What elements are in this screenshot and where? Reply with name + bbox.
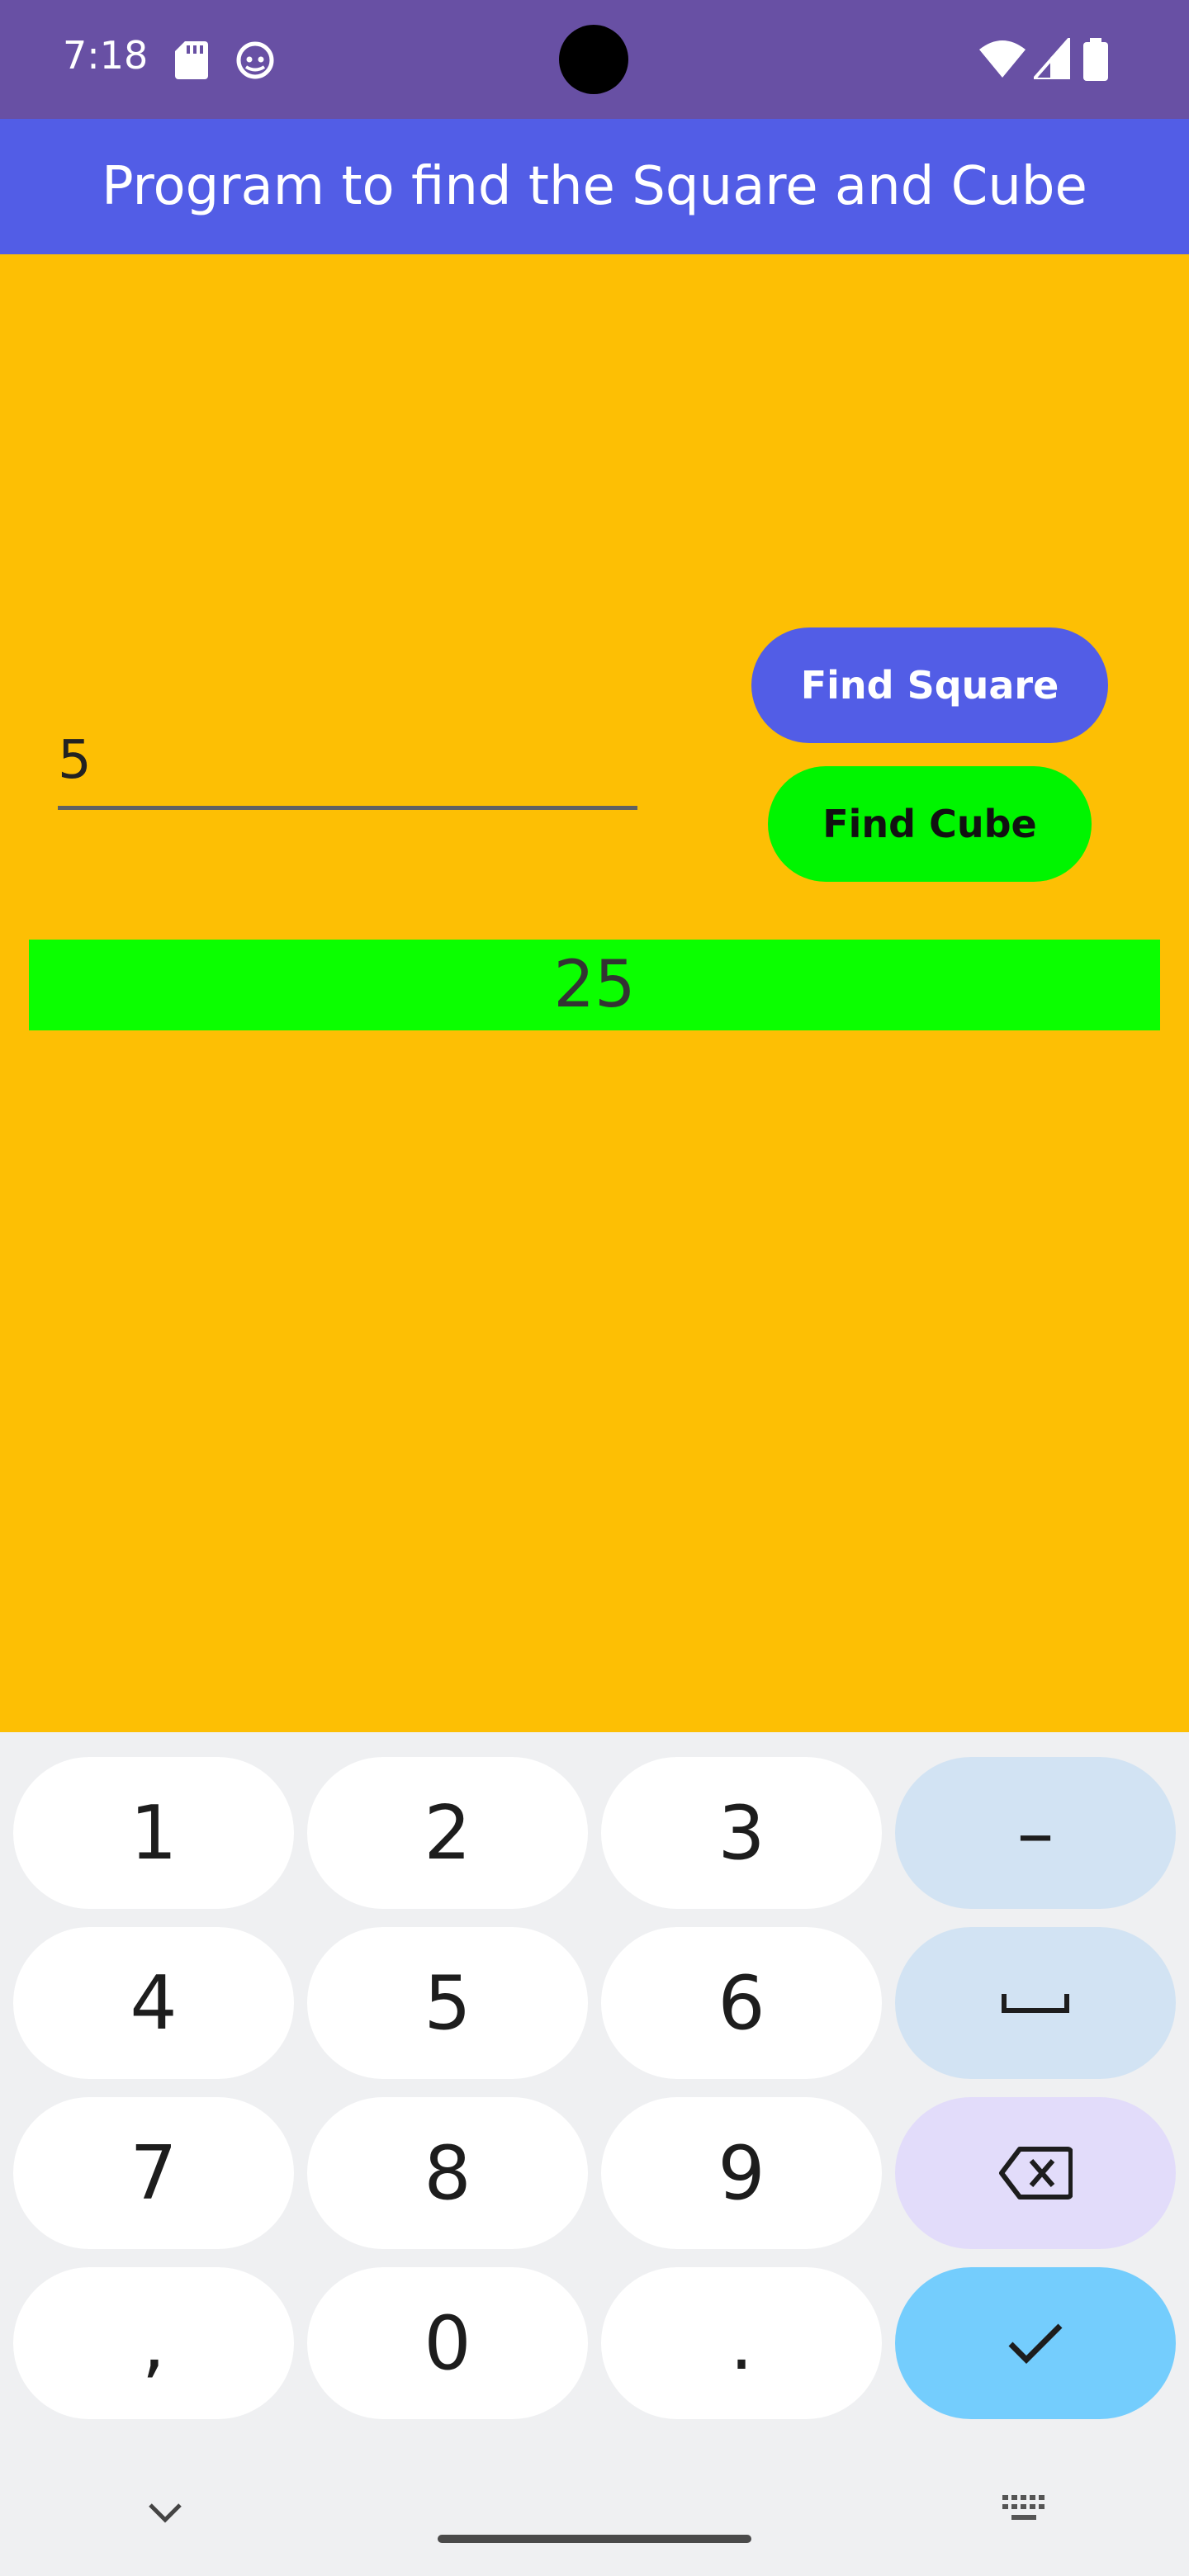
key-2[interactable]: 2	[307, 1757, 588, 1909]
camera-cutout	[559, 25, 628, 94]
wifi-icon	[979, 40, 1026, 78]
key-1[interactable]: 1	[13, 1757, 294, 1909]
key-backspace[interactable]	[895, 2097, 1176, 2249]
sd-card-icon	[175, 41, 208, 79]
key-done[interactable]	[895, 2267, 1176, 2419]
key-4[interactable]: 4	[13, 1927, 294, 2079]
key-minus[interactable]: –	[895, 1757, 1176, 1909]
main-content: Find Square Find Cube 25	[0, 254, 1189, 1732]
key-comma[interactable]: ,	[13, 2267, 294, 2419]
cellular-signal-icon	[1034, 38, 1070, 79]
find-cube-button[interactable]: Find Cube	[768, 766, 1092, 882]
result-display: 25	[29, 940, 1160, 1030]
key-5[interactable]: 5	[307, 1927, 588, 2079]
key-0[interactable]: 0	[307, 2267, 588, 2419]
key-space[interactable]	[895, 1927, 1176, 2079]
android-debug-icon	[236, 41, 274, 79]
space-icon	[1002, 1994, 1069, 2013]
numeric-keyboard: 1 2 3 – 4 5 6 7 8 9 , 0 .	[0, 1732, 1189, 2576]
find-square-button[interactable]: Find Square	[751, 627, 1108, 743]
status-bar: 7:18	[0, 0, 1189, 119]
app-bar: Program to find the Square and Cube	[0, 119, 1189, 254]
checkmark-icon	[1008, 2323, 1063, 2364]
app-title: Program to find the Square and Cube	[102, 156, 1087, 217]
keyboard-icon[interactable]	[1001, 2493, 1047, 2523]
home-indicator[interactable]	[438, 2535, 751, 2543]
key-7[interactable]: 7	[13, 2097, 294, 2249]
chevron-down-icon[interactable]	[147, 2500, 183, 2525]
key-3[interactable]: 3	[601, 1757, 882, 1909]
number-input[interactable]	[58, 715, 637, 810]
key-9[interactable]: 9	[601, 2097, 882, 2249]
key-6[interactable]: 6	[601, 1927, 882, 2079]
key-8[interactable]: 8	[307, 2097, 588, 2249]
key-period[interactable]: .	[601, 2267, 882, 2419]
status-time: 7:18	[63, 33, 149, 78]
backspace-icon	[999, 2147, 1073, 2200]
battery-icon	[1083, 38, 1108, 81]
